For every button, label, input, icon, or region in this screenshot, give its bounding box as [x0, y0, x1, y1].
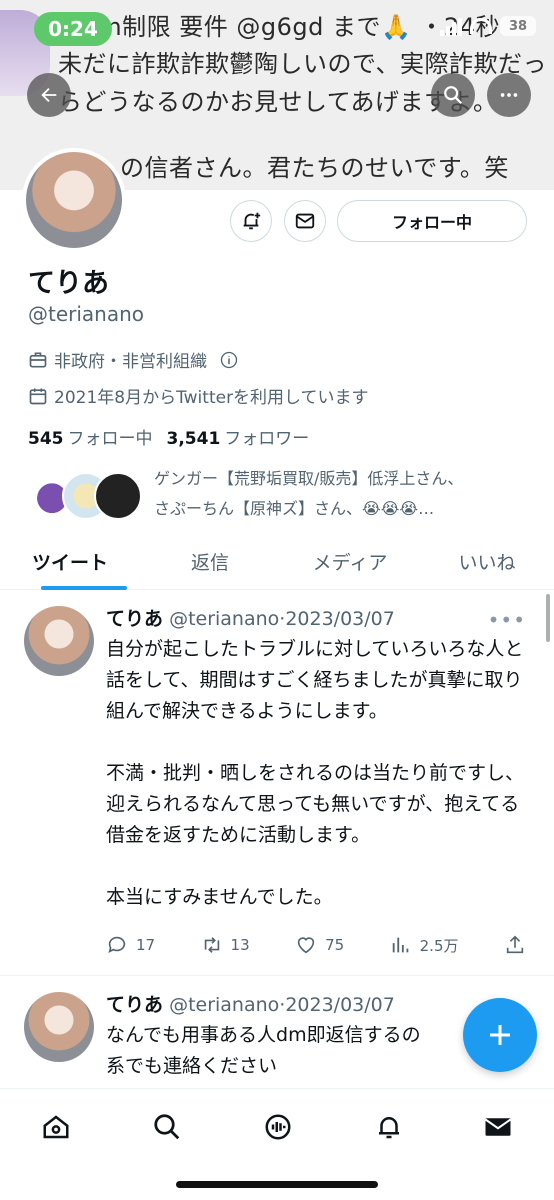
- profile-tabs: ツイート 返信 メディア いいね: [0, 535, 554, 590]
- views-button[interactable]: 2.5万: [390, 934, 459, 956]
- avatar: [94, 472, 142, 520]
- followers-label: フォロワー: [224, 429, 310, 449]
- join-date-label: 2021年8月からTwitterを利用しています: [54, 388, 369, 408]
- tab-likes[interactable]: いいね: [420, 535, 554, 587]
- more-icon: [500, 93, 518, 97]
- tweet-paragraph: 自分が起こしたトラブルに対していろいろな人と話をして、期間はすごく経ちましたが真…: [106, 638, 524, 722]
- reply-button[interactable]: 17: [106, 934, 155, 956]
- like-button[interactable]: 75: [295, 934, 344, 956]
- tab-label: ツイート: [31, 551, 108, 574]
- following-count: 545: [28, 429, 64, 449]
- retweet-icon: [204, 937, 219, 953]
- banner-line-4: の信者さん。君たちのせいです。笑: [120, 154, 509, 182]
- nav-home[interactable]: [36, 1107, 76, 1147]
- followers-count: 3,541: [166, 429, 221, 449]
- status-time: 0:24: [34, 12, 112, 46]
- retweet-count: 13: [230, 936, 250, 954]
- tweet-more-icon[interactable]: •••: [488, 608, 526, 632]
- banner-line-2: 未だに詐欺詐欺鬱陶しいので、実際詐欺だっ: [58, 50, 548, 78]
- heart-icon: [297, 937, 315, 954]
- followed-by-line-2: さぷーちん【原神ズ】さん、😭😭😭…: [154, 499, 435, 518]
- briefcase-icon: [29, 352, 47, 367]
- compose-tweet-button[interactable]: [463, 998, 537, 1072]
- home-icon: [43, 1115, 69, 1139]
- nav-messages[interactable]: [478, 1107, 518, 1147]
- followed-by[interactable]: ゲンガー【荒野垢買取/販売】低浮上さん、 さぷーちん【原神ズ】さん、😭😭😭…: [28, 464, 528, 528]
- following-button[interactable]: フォロー中: [337, 200, 527, 242]
- profile-category: 非政府・非営利組織: [28, 347, 239, 372]
- avatar[interactable]: [24, 606, 94, 676]
- banner-line-1: ・dm制限 要件 @g6gd まで🙏 ・24秒: [58, 13, 501, 41]
- signal-icon: [440, 16, 462, 36]
- home-indicator: [176, 1181, 378, 1188]
- tweet-paragraph: 系でも連絡ください: [106, 1055, 278, 1077]
- display-name: てりあ: [28, 268, 109, 299]
- tab-label: いいね: [458, 551, 516, 574]
- profile-avatar[interactable]: [22, 148, 126, 252]
- tweet-paragraph: 本当にすみませんでした。: [106, 886, 333, 908]
- search-icon: [154, 1114, 180, 1140]
- followed-by-line-1: ゲンガー【荒野垢買取/販売】低浮上さん、: [154, 469, 464, 488]
- following-label: フォロー中: [67, 429, 153, 449]
- like-count: 75: [325, 936, 345, 954]
- tweet-body: 自分が起こしたトラブルに対していろいろな人と話をして、期間はすごく経ちましたが真…: [106, 634, 536, 913]
- user-handle: @terianano: [28, 302, 145, 326]
- nav-search[interactable]: [147, 1107, 187, 1147]
- category-label: 非政府・非営利組織: [54, 352, 207, 372]
- tweet-body: なんでも用事ある人dm即返信するの 系でも連絡ください: [106, 1020, 456, 1082]
- info-icon[interactable]: [219, 350, 239, 370]
- tab-tweets[interactable]: ツイート: [0, 535, 140, 590]
- envelope-icon: [295, 213, 315, 229]
- spaces-icon: [265, 1114, 291, 1140]
- status-indicators: 38: [440, 16, 536, 36]
- followers-count-link[interactable]: 3,541 フォロワー: [167, 424, 310, 449]
- active-tab-indicator: [41, 586, 127, 590]
- tab-replies[interactable]: 返信: [140, 535, 280, 587]
- tweet[interactable]: てりあ @terianano·2023/03/07 ••• 自分が起こしたトラブ…: [0, 600, 554, 976]
- more-button[interactable]: [487, 73, 531, 117]
- views-count: 2.5万: [419, 936, 459, 955]
- nav-notifications[interactable]: [369, 1107, 409, 1147]
- tab-media[interactable]: メディア: [280, 535, 420, 587]
- nav-spaces[interactable]: [258, 1107, 298, 1147]
- envelope-icon: [484, 1118, 512, 1136]
- followed-by-avatars: [28, 472, 142, 522]
- tweet-header: てりあ @terianano·2023/03/07: [106, 990, 395, 1017]
- message-button[interactable]: [284, 200, 326, 242]
- plus-icon: [490, 1025, 510, 1045]
- tweet-meta: @terianano·2023/03/07: [169, 994, 395, 1016]
- reply-count: 17: [136, 936, 156, 954]
- tweet-author-name[interactable]: てりあ: [106, 608, 163, 630]
- following-count-link[interactable]: 545 フォロー中: [28, 424, 153, 449]
- tweet-meta: @terianano·2023/03/07: [169, 608, 395, 630]
- tweet-paragraph: なんでも用事ある人dm即返信するの: [106, 1024, 421, 1046]
- bottom-nav: [0, 1088, 554, 1200]
- tweet-header: てりあ @terianano·2023/03/07: [106, 604, 395, 631]
- arrow-left-icon: [41, 87, 57, 103]
- followed-by-text: ゲンガー【荒野垢買取/販売】低浮上さん、 さぷーちん【原神ズ】さん、😭😭😭…: [154, 464, 528, 524]
- follow-counts: 545 フォロー中 3,541 フォロワー: [28, 424, 309, 449]
- bell-plus-icon: [243, 212, 261, 230]
- tweet-author-name[interactable]: てりあ: [106, 994, 163, 1016]
- bell-icon: [379, 1117, 399, 1139]
- battery-icon: 38: [500, 16, 536, 36]
- avatar[interactable]: [24, 992, 94, 1062]
- share-icon: [506, 935, 524, 954]
- tweet-actions: 17 13 75 2.5万: [106, 934, 526, 956]
- tab-label: 返信: [190, 551, 229, 574]
- tweet-paragraph: 不満・批判・晒しをされるのは当たり前ですし、迎えられるなんて思っても無いですが、…: [106, 762, 525, 846]
- wifi-icon: [470, 18, 492, 34]
- search-button[interactable]: [431, 73, 475, 117]
- back-button[interactable]: [27, 73, 71, 117]
- tab-label: メディア: [312, 551, 388, 574]
- notify-button[interactable]: [230, 200, 272, 242]
- join-date: 2021年8月からTwitterを利用しています: [28, 383, 369, 408]
- search-icon: [444, 86, 463, 105]
- reply-icon: [108, 936, 126, 953]
- views-icon: [392, 937, 408, 953]
- calendar-icon: [29, 388, 47, 404]
- retweet-button[interactable]: 13: [201, 934, 250, 956]
- share-button[interactable]: [504, 934, 526, 956]
- scrollbar[interactable]: [546, 594, 550, 642]
